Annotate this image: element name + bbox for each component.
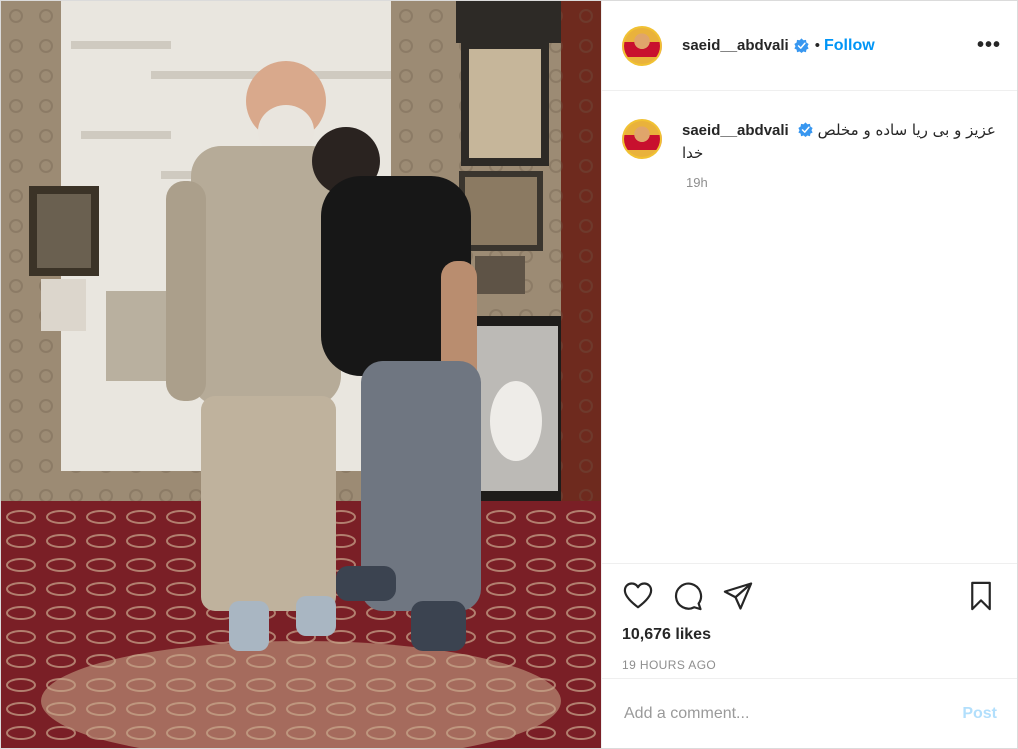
heart-icon[interactable] — [622, 580, 654, 612]
share-icon[interactable] — [722, 580, 754, 612]
caption-time[interactable]: 19h — [686, 175, 997, 190]
action-icons — [622, 578, 997, 614]
add-comment-bar: Post — [602, 678, 1017, 748]
comment-input[interactable] — [622, 703, 963, 724]
header-separator: • — [814, 37, 820, 54]
comments-area: saeid__abdvali عزیز و بی ریا ساده و مخلص… — [602, 91, 1017, 563]
caption-body: saeid__abdvali عزیز و بی ریا ساده و مخلص… — [682, 119, 997, 165]
post-header: saeid__abdvali • Follow ••• — [602, 1, 1017, 91]
caption-username[interactable]: saeid__abdvali — [682, 122, 789, 139]
more-options-icon[interactable]: ••• — [977, 34, 1001, 57]
post-comment-button[interactable]: Post — [962, 705, 997, 723]
comment-icon[interactable] — [672, 580, 704, 612]
author-username[interactable]: saeid__abdvali — [682, 37, 789, 54]
post-side-panel: saeid__abdvali • Follow ••• saeid__abdva… — [601, 1, 1017, 748]
verified-badge-icon — [794, 38, 809, 53]
actions-bar: 10,676 likes 19 HOURS AGO — [602, 563, 1017, 678]
post-timestamp[interactable]: 19 HOURS AGO — [622, 658, 997, 672]
bookmark-icon[interactable] — [965, 580, 997, 612]
caption-avatar[interactable] — [622, 119, 662, 159]
author-avatar[interactable] — [622, 25, 662, 66]
caption-row: saeid__abdvali عزیز و بی ریا ساده و مخلص… — [622, 119, 997, 165]
verified-badge-icon — [798, 122, 813, 137]
likes-count[interactable]: 10,676 likes — [622, 626, 997, 644]
post-photo[interactable] — [1, 1, 601, 748]
post-photo-illustration — [1, 1, 601, 748]
follow-button[interactable]: Follow — [824, 37, 875, 55]
instagram-post: saeid__abdvali • Follow ••• saeid__abdva… — [0, 0, 1018, 749]
